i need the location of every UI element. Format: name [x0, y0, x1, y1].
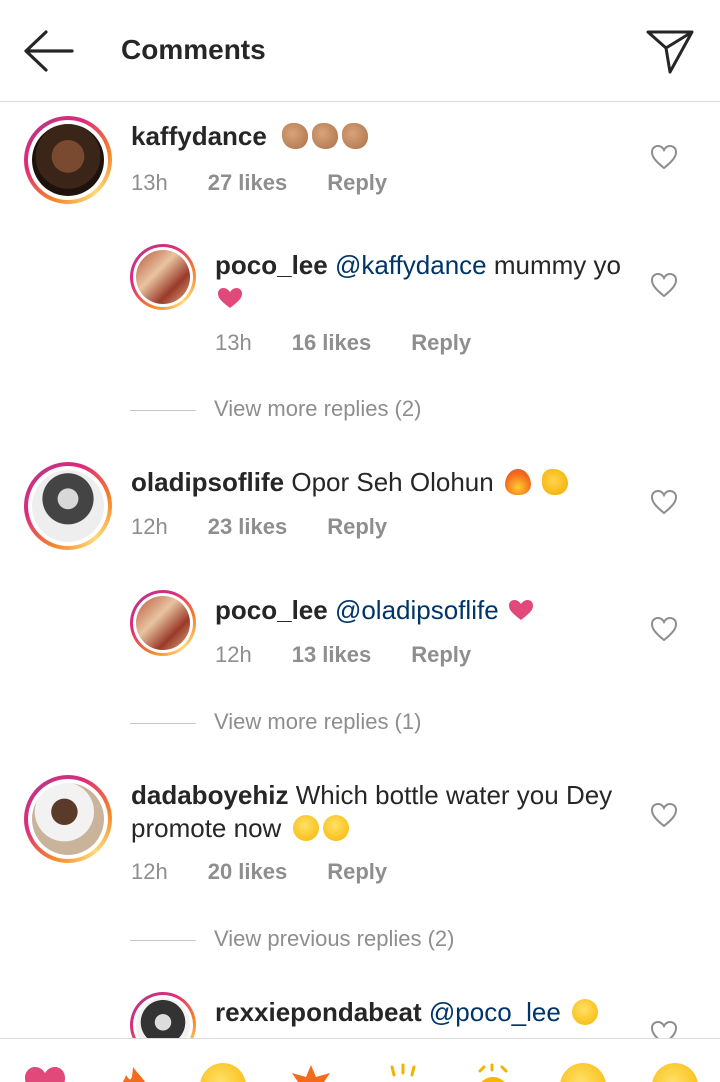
heart-icon[interactable]	[650, 144, 678, 170]
comment-time: 13h	[131, 170, 168, 195]
paper-plane-icon[interactable]	[644, 26, 696, 76]
comment-likes[interactable]: 13 likes	[292, 642, 372, 668]
comment-username[interactable]: poco_lee	[215, 595, 328, 625]
winking-tongue-emoji-icon	[322, 815, 349, 841]
top-bar: Comments	[0, 0, 720, 102]
comment-text: poco_lee @kaffydance mummy yo	[215, 249, 625, 315]
fire-emoji-icon	[504, 469, 531, 495]
comment-text: rexxiepondabeat @poco_lee	[215, 996, 635, 1029]
clap-emoji-icon	[342, 123, 369, 149]
heart-icon[interactable]	[650, 802, 678, 828]
comment-meta: 12h 23 likes Reply	[131, 514, 427, 540]
view-previous-replies-label[interactable]: View previous replies (2)	[214, 926, 454, 952]
divider	[130, 940, 196, 941]
clap-emoji-icon	[282, 123, 309, 149]
boom-icon[interactable]	[288, 1063, 334, 1082]
divider	[130, 723, 196, 724]
comment-time: 12h	[215, 642, 252, 667]
reply-button[interactable]: Reply	[327, 170, 387, 196]
clap-emoji-icon	[312, 123, 339, 149]
comment-item: oladipsoflife Opor Seh Olohun 12h 23 lik…	[0, 460, 720, 560]
page-title: Comments	[121, 34, 266, 65]
avatar[interactable]	[130, 244, 196, 310]
grinning-sweat-emoji-icon	[572, 999, 599, 1025]
view-more-replies-label[interactable]: View more replies (2)	[214, 396, 421, 422]
reply-button[interactable]: Reply	[327, 514, 387, 540]
flexed-biceps-emoji-icon	[542, 469, 569, 495]
mention-link[interactable]: @oladipsoflife	[335, 595, 499, 625]
comment-username[interactable]: poco_lee	[215, 250, 328, 280]
comment-meta: 13h 16 likes Reply	[215, 330, 511, 356]
avatar[interactable]	[24, 462, 112, 550]
reply-button[interactable]: Reply	[411, 642, 471, 668]
comment-time: 12h	[131, 514, 168, 539]
avatar[interactable]	[24, 775, 112, 863]
heart-icon[interactable]	[650, 489, 678, 515]
comment-meta: 12h 20 likes Reply	[131, 859, 427, 885]
reply-button[interactable]: Reply	[327, 859, 387, 885]
pink-heart-emoji-icon	[508, 600, 533, 620]
pink-heart-emoji-icon	[218, 288, 242, 308]
view-previous-replies[interactable]: View previous replies (2)	[130, 926, 630, 956]
reply-button[interactable]: Reply	[411, 330, 471, 356]
heart-icon[interactable]	[650, 616, 678, 642]
comment-username[interactable]: oladipsoflife	[131, 467, 284, 497]
comment-item: dadaboyehiz Which bottle water you Dey p…	[0, 773, 720, 893]
reply-item: poco_lee @kaffydance mummy yo 13h 16 lik…	[0, 244, 720, 364]
mention-link[interactable]: @kaffydance	[335, 250, 487, 280]
comment-likes[interactable]: 16 likes	[292, 330, 372, 356]
comment-time: 12h	[131, 859, 168, 884]
emoji-reaction-bar	[0, 1038, 720, 1082]
reply-item: rexxiepondabeat @poco_lee	[0, 992, 720, 1038]
grin-icon[interactable]	[652, 1063, 698, 1082]
comment-time: 13h	[215, 330, 252, 355]
avatar[interactable]	[24, 116, 112, 204]
avatar[interactable]	[130, 992, 196, 1038]
comment-username[interactable]: rexxiepondabeat	[215, 997, 422, 1027]
heart-eyes-icon[interactable]	[200, 1063, 246, 1082]
heart-icon[interactable]	[22, 1063, 68, 1082]
comment-text: kaffydance	[131, 120, 621, 153]
view-more-replies[interactable]: View more replies (1)	[130, 709, 630, 739]
comment-username[interactable]: dadaboyehiz	[131, 780, 288, 810]
comment-meta: 13h 27 likes Reply	[131, 170, 427, 196]
avatar[interactable]	[130, 590, 196, 656]
sunglasses-emoji-icon	[292, 815, 319, 841]
heart-icon[interactable]	[650, 1020, 678, 1038]
comment-text: oladipsoflife Opor Seh Olohun	[131, 466, 631, 499]
comment-body: Opor Seh Olohun	[284, 467, 501, 497]
comment-text: dadaboyehiz Which bottle water you Dey p…	[131, 779, 621, 845]
sparkle-icon[interactable]	[380, 1063, 426, 1082]
comment-item: kaffydance 13h 27 likes Reply	[0, 114, 720, 224]
view-more-replies-label[interactable]: View more replies (1)	[214, 709, 421, 735]
divider	[130, 410, 196, 411]
mention-link[interactable]: @poco_lee	[429, 997, 561, 1027]
comment-likes[interactable]: 20 likes	[208, 859, 288, 885]
arrow-left-icon[interactable]	[20, 28, 74, 74]
comment-text: poco_lee @oladipsoflife	[215, 594, 625, 627]
comment-meta: 12h 13 likes Reply	[215, 642, 511, 668]
comment-likes[interactable]: 23 likes	[208, 514, 288, 540]
clap-icon[interactable]	[470, 1063, 516, 1082]
view-more-replies[interactable]: View more replies (2)	[130, 396, 630, 426]
heart-icon[interactable]	[650, 272, 678, 298]
smile-icon[interactable]	[560, 1063, 606, 1082]
comment-likes[interactable]: 27 likes	[208, 170, 288, 196]
reply-item: poco_lee @oladipsoflife 12h 13 likes Rep…	[0, 590, 720, 680]
comment-username[interactable]: kaffydance	[131, 121, 267, 151]
comment-body: mummy yo	[486, 250, 621, 280]
fire-icon[interactable]	[110, 1063, 156, 1082]
